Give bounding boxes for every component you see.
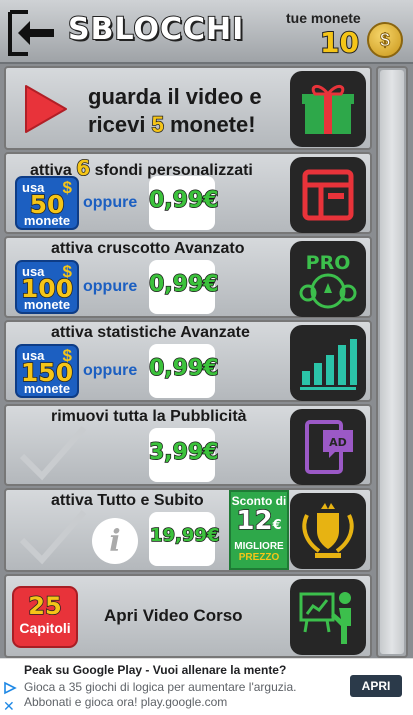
video-reward-pre: ricevi: [88, 112, 146, 137]
coins-label: tue monete: [286, 10, 361, 26]
video-reward-amount: 5: [151, 111, 165, 138]
or-label: oppure: [83, 362, 138, 379]
ad-choices-icon[interactable]: [3, 681, 17, 695]
pro-text: PRO: [306, 252, 351, 274]
unlock-all-row[interactable]: attiva Tutto e Subito i 19,99€ Sconto di…: [4, 488, 372, 572]
ad-tablet-icon: AD: [290, 409, 366, 485]
scrollbar-track: [376, 66, 408, 658]
laurel-shield-icon: [290, 493, 366, 569]
ad-text: AD: [329, 436, 347, 449]
price-value: 0,99: [148, 187, 204, 214]
price-label: 0,99€: [148, 355, 220, 382]
best-price-line1: MIGLIORE: [234, 541, 284, 552]
badge-monete: monete: [23, 381, 71, 396]
pro-dashboard-icon: PRO: [290, 241, 366, 317]
discount-badge: Sconto di 12€ MIGLIORE PREZZO: [229, 490, 289, 570]
remove-ads-row[interactable]: rimuovi tutta la Pubblicità 3,99€ AD: [4, 404, 372, 486]
price-currency: €: [203, 439, 220, 466]
info-icon[interactable]: i: [92, 518, 138, 564]
video-reward-line1: guarda il video e: [88, 84, 262, 109]
coins-value: 10: [319, 25, 360, 60]
coin-icon: $: [367, 22, 403, 58]
page-title: SBLOCCHI: [67, 11, 245, 48]
ad-title: Peak su Google Play - Vuoi allenare la m…: [24, 663, 287, 677]
discount-currency: €: [272, 518, 282, 533]
badge-monete: monete: [23, 213, 71, 228]
video-reward-line2: ricevi 5 monete!: [88, 111, 256, 138]
chapters-badge: 25 Capitoli: [12, 586, 78, 648]
price-value: 19,99: [149, 524, 207, 547]
price-currency: €: [203, 187, 220, 214]
watch-video-row[interactable]: guarda il video e ricevi 5 monete!: [4, 66, 372, 150]
check-icon: [18, 506, 88, 566]
best-price-line2: PREZZO: [238, 552, 280, 563]
price-label: 0,99€: [148, 271, 220, 298]
statistics-title: attiva statistiche Avanzate: [51, 324, 250, 341]
info-glyph: i: [109, 523, 121, 559]
header-bar: SBLOCCHI tue monete 10 $: [0, 0, 413, 64]
or-label: oppure: [83, 194, 138, 211]
price-currency: €: [206, 524, 220, 547]
price-label: 19,99€: [149, 524, 220, 547]
coin-price-badge[interactable]: usa $ 100 monete: [15, 260, 79, 314]
discount-amount: 12€: [231, 506, 287, 539]
play-icon: [22, 83, 70, 135]
price-currency: €: [203, 355, 220, 382]
video-course-title: Apri Video Corso: [104, 606, 243, 625]
bar-chart-icon: [290, 325, 366, 401]
price-value: 0,99: [148, 271, 204, 298]
chapters-label: Capitoli: [19, 620, 71, 636]
teacher-board-icon: [290, 579, 366, 655]
ad-open-button[interactable]: APRI: [350, 675, 402, 697]
coin-price-badge[interactable]: usa $ 50 monete: [15, 176, 79, 230]
ad-banner[interactable]: ✕ Peak su Google Play - Vuoi allenare la…: [0, 658, 413, 715]
video-course-row[interactable]: 25 Capitoli Apri Video Corso: [4, 574, 372, 658]
coin-price-badge[interactable]: usa $ 150 monete: [15, 344, 79, 398]
price-label: 0,99€: [148, 187, 220, 214]
ad-close-icon[interactable]: ✕: [3, 698, 15, 715]
back-arrow-icon[interactable]: [6, 8, 58, 58]
wallpapers-row[interactable]: attiva 6 sfondi personalizzati usa $ 50 …: [4, 152, 372, 234]
dashboard-row[interactable]: attiva cruscotto Avanzato usa $ 100 mone…: [4, 236, 372, 318]
check-icon: [18, 422, 88, 482]
discount-value: 12: [236, 506, 274, 536]
dashboard-title: attiva cruscotto Avanzato: [51, 240, 245, 257]
gift-icon: [290, 71, 366, 147]
wallpapers-title-count: 6: [76, 155, 91, 181]
price-currency: €: [203, 271, 220, 298]
price-value: 0,99: [148, 355, 204, 382]
ad-body: Gioca a 35 giochi di logica per aumentar…: [24, 680, 297, 709]
price-value: 3,99: [148, 439, 204, 466]
badge-monete: monete: [23, 297, 71, 312]
chapters-count: 25: [28, 591, 63, 621]
statistics-row[interactable]: attiva statistiche Avanzate usa $ 150 mo…: [4, 320, 372, 402]
video-reward-post: monete!: [170, 112, 256, 137]
price-label: 3,99€: [148, 439, 220, 466]
layout-icon: [290, 157, 366, 233]
scrollbar-thumb[interactable]: [380, 70, 404, 654]
or-label: oppure: [83, 278, 138, 295]
